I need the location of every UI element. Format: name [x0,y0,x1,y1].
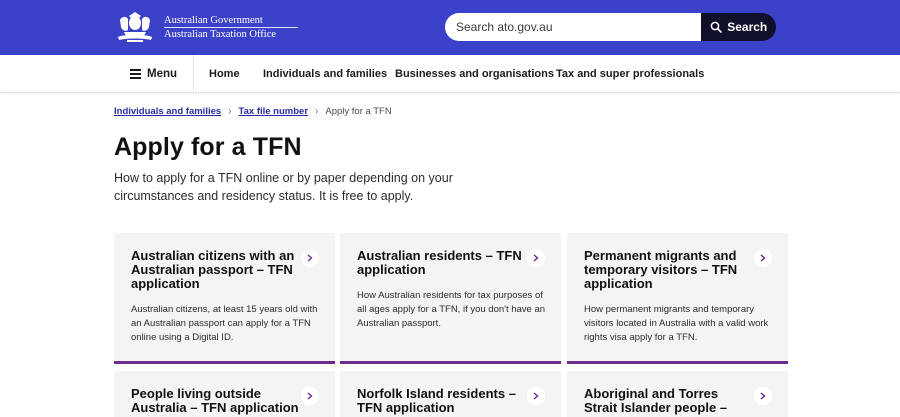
card-description: Australian citizens, at least 15 years o… [131,304,318,343]
card-norfolk-island[interactable]: Norfolk Island residents – TFN applicati… [340,371,561,417]
nav-link-tax-professionals[interactable]: Tax and super professionals [556,55,704,93]
card-description: How permanent migrants and temporary vis… [584,304,769,343]
card-title: Norfolk Island residents – TFN applicati… [357,386,516,415]
card-title: Australian citizens with an Australian p… [131,248,295,291]
card-arrow [301,249,319,267]
search-form: Search [445,13,776,41]
card-title: Permanent migrants and temporary visitor… [584,248,738,291]
card-title: Aboriginal and Torres Strait Islander pe… [584,386,728,417]
nav-link-businesses[interactable]: Businesses and organisations [395,55,554,93]
top-bar: Australian Government Australian Taxatio… [0,0,900,55]
page-intro: How to apply for a TFN online or by pape… [114,171,453,203]
card-title: Australian residents – TFN application [357,248,522,277]
chevron-right-icon: › [315,105,319,117]
chevron-right-icon: › [228,105,232,117]
card-arrow [527,387,545,405]
card-permanent-migrants[interactable]: Permanent migrants and temporary visitor… [567,233,788,364]
page-title: Apply for a TFN [114,133,302,161]
card-australian-residents[interactable]: Australian residents – TFN application H… [340,233,561,364]
card-arrow [527,249,545,267]
chevron-right-icon [307,392,313,400]
chevron-right-icon [760,392,766,400]
hamburger-icon [130,69,141,79]
chevron-right-icon [760,254,766,262]
nav-link-individuals[interactable]: Individuals and families [263,55,387,93]
search-button[interactable]: Search [701,13,776,41]
search-icon [710,21,723,33]
card-arrow [754,387,772,405]
search-button-label: Search [727,20,768,34]
search-input[interactable] [445,13,702,41]
card-arrow [301,387,319,405]
chevron-right-icon [307,254,313,262]
card-description: How Australian residents for tax purpose… [357,290,546,329]
card-aboriginal-torres-strait[interactable]: Aboriginal and Torres Strait Islander pe… [567,371,788,417]
logo-divider [164,26,298,28]
nav-link-home[interactable]: Home [209,55,240,93]
chevron-right-icon [533,392,539,400]
breadcrumb-link-tfn[interactable]: Tax file number [239,106,309,117]
card-australian-citizens[interactable]: Australian citizens with an Australian p… [114,233,335,364]
chevron-right-icon [533,254,539,262]
breadcrumb-link-individuals[interactable]: Individuals and families [114,106,221,117]
logo-line-ato: Australian Taxation Office [164,28,277,40]
logo-line-government: Australian Government [164,14,263,26]
breadcrumb-current: Apply for a TFN [325,105,392,117]
card-title: People living outside Australia – TFN ap… [131,386,299,415]
coat-of-arms-icon [118,12,152,42]
menu-button[interactable]: Menu [114,55,194,93]
ato-logo[interactable]: Australian Government Australian Taxatio… [114,10,298,44]
card-living-outside-australia[interactable]: People living outside Australia – TFN ap… [114,371,335,417]
main-nav: Menu Home Individuals and families Busin… [0,55,900,93]
breadcrumb: Individuals and families › Tax file numb… [114,104,392,118]
card-arrow [754,249,772,267]
menu-label: Menu [147,68,178,80]
